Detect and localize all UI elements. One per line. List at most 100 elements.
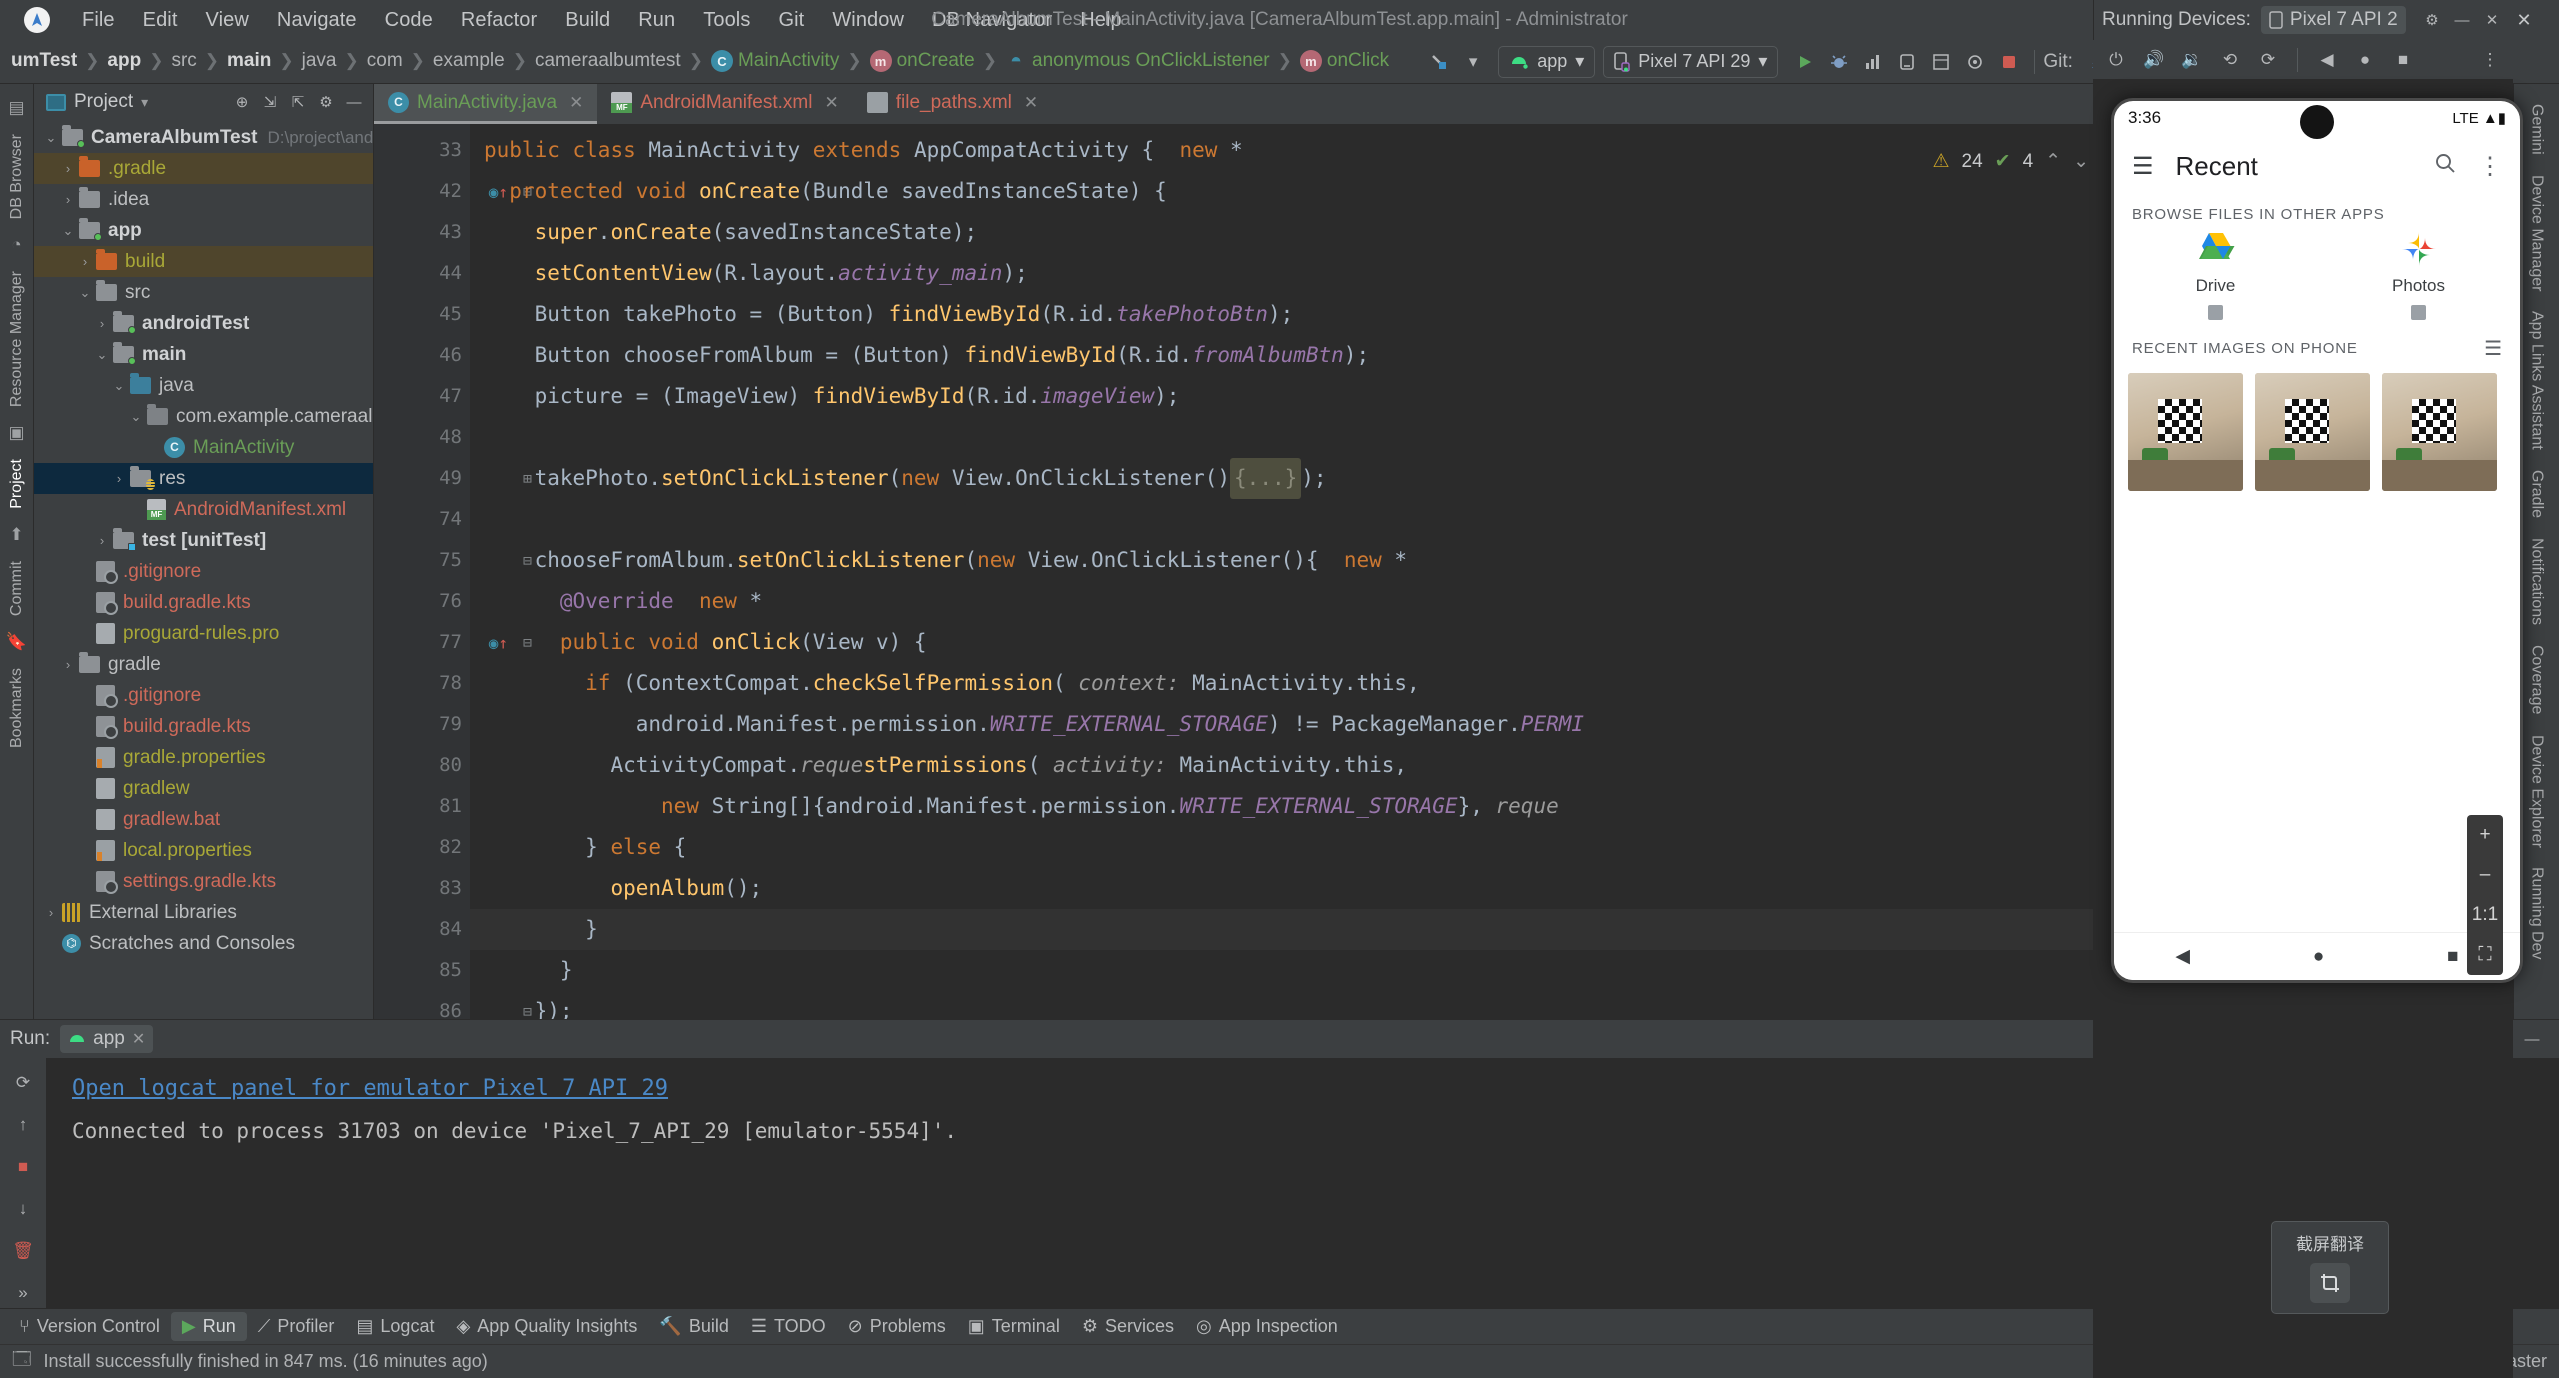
chevron-up-icon[interactable]: ⌃ — [2045, 150, 2061, 173]
chevron-down-icon[interactable]: ⌄ — [91, 347, 113, 363]
chevron-down-icon[interactable]: ⌄ — [2073, 150, 2089, 173]
build-dropdown-icon[interactable]: ▾ — [1456, 45, 1490, 79]
breadcrumb-item-src[interactable]: src — [164, 48, 203, 74]
gutter-line[interactable]: 78 — [374, 663, 470, 704]
minimize-icon[interactable]: — — [2519, 1026, 2545, 1052]
gutter-line[interactable]: 33 — [374, 130, 470, 171]
breadcrumb-item-project[interactable]: umTest — [4, 48, 84, 74]
expand-all-icon[interactable]: ⇲ — [257, 89, 283, 115]
tree-node[interactable]: › androidTest — [34, 308, 373, 339]
overview-icon[interactable]: ■ — [2386, 43, 2420, 77]
tool-terminal[interactable]: ▣ Terminal — [957, 1312, 1071, 1341]
tree-node[interactable]: › res — [34, 463, 373, 494]
more-vert-icon[interactable]: ⋮ — [2478, 152, 2502, 181]
tool-problems[interactable]: ⊘ Problems — [837, 1312, 957, 1341]
chevron-right-icon[interactable]: › — [57, 657, 79, 672]
tab-mainactivity-java[interactable]: C MainActivity.java ✕ — [374, 84, 598, 124]
list-view-icon[interactable]: ☰ — [2484, 336, 2502, 361]
tool-logcat[interactable]: ▤ Logcat — [345, 1312, 445, 1341]
chevron-right-icon[interactable]: › — [108, 471, 130, 486]
zoom-in-button[interactable]: + — [2467, 815, 2503, 855]
menu-navigate[interactable]: Navigate — [263, 6, 371, 35]
gutter-line[interactable]: 86 ⊟ — [374, 991, 532, 1019]
rail-item-resource-manager[interactable]: Resource Manager — [8, 261, 26, 417]
more-icon[interactable]: » — [8, 1278, 38, 1308]
profiler-button[interactable] — [1856, 45, 1890, 79]
tool-services[interactable]: ⚙ Services — [1071, 1312, 1185, 1341]
device-selector[interactable]: Pixel 7 API 29 ▾ — [1603, 45, 1779, 78]
minimize-icon[interactable]: — — [2449, 7, 2475, 33]
close-icon[interactable]: ✕ — [132, 1029, 145, 1049]
tree-node[interactable]: ⌄ main — [34, 339, 373, 370]
screenshot-translate-icon[interactable] — [2310, 1263, 2350, 1303]
gutter-line[interactable]: 82 — [374, 827, 470, 868]
tree-node[interactable]: .gitignore — [34, 680, 373, 711]
tool-version-control[interactable]: ⑂ Version Control — [8, 1312, 171, 1341]
chevron-down-icon[interactable]: ⌄ — [57, 223, 79, 239]
run-configuration-selector[interactable]: app ▾ — [1498, 45, 1596, 78]
power-icon[interactable]: ⏻ — [2099, 43, 2133, 77]
close-icon[interactable]: ✕ — [1024, 93, 1038, 113]
project-tree[interactable]: ⌄ CameraAlbumTest D:\project\android-proje… — [34, 120, 373, 1019]
menu-tools[interactable]: Tools — [689, 6, 764, 35]
tree-node[interactable]: ⌄ app — [34, 215, 373, 246]
chevron-right-icon[interactable]: › — [57, 161, 79, 176]
rail-item-coverage[interactable]: Coverage — [2528, 635, 2546, 724]
tree-node[interactable]: › test [unitTest] — [34, 525, 373, 556]
menu-file[interactable]: File — [68, 6, 129, 35]
chevron-down-icon[interactable]: ⌄ — [74, 285, 96, 301]
menu-run[interactable]: Run — [624, 6, 689, 35]
attach-debugger-button[interactable] — [1958, 45, 1992, 79]
gutter-line[interactable]: 80 — [374, 745, 470, 786]
tree-node[interactable]: ⌬ Scratches and Consoles — [34, 928, 373, 959]
tab-androidmanifest-xml[interactable]: AndroidManifest.xml ✕ — [597, 84, 852, 124]
nav-back-icon[interactable]: ◀ — [2175, 945, 2190, 968]
tree-node[interactable]: › build — [34, 246, 373, 277]
tree-node[interactable]: ⌄ CameraAlbumTest D:\project\android-proje… — [34, 122, 373, 153]
rerun-icon[interactable]: ⟳ — [8, 1068, 38, 1098]
rail-item-gemini[interactable]: Gemini — [2528, 94, 2546, 165]
tree-node[interactable]: AndroidManifest.xml — [34, 494, 373, 525]
home-icon[interactable]: ● — [2348, 43, 2382, 77]
tree-node[interactable]: ⌄ src — [34, 277, 373, 308]
gutter-line[interactable]: 45 — [374, 294, 470, 335]
rail-item-device-explorer[interactable]: Device Explorer — [2528, 725, 2546, 858]
gutter-line[interactable]: 48 — [374, 417, 470, 458]
photo-thumbnail-3[interactable] — [2382, 373, 2497, 491]
run-button[interactable] — [1788, 45, 1822, 79]
photo-thumbnail-1[interactable] — [2128, 373, 2243, 491]
chevron-right-icon[interactable]: › — [91, 316, 113, 331]
tool-app-inspection[interactable]: ◎ App Inspection — [1185, 1312, 1349, 1341]
gutter-line[interactable]: 75 ⊟ — [374, 540, 532, 581]
chevron-down-icon[interactable]: ⌄ — [40, 130, 62, 146]
rail-item-project[interactable]: Project — [8, 449, 26, 519]
layout-inspector-button[interactable] — [1924, 45, 1958, 79]
gutter-line[interactable]: 46 — [374, 335, 470, 376]
menu-window[interactable]: Window — [818, 6, 918, 35]
rail-item-notifications[interactable]: Notifications — [2528, 528, 2546, 635]
editor-gutter[interactable]: 33 42 ◉↑ ⊟ 43 44 45 46 47 48 49 ⊞ 74 75 ⊟ 76 77 ◉↑ ⊟ 78 79 80… — [374, 124, 532, 1019]
gear-icon[interactable]: ⚙ — [2419, 7, 2445, 33]
close-icon[interactable]: ✕ — [824, 93, 838, 113]
gutter-line[interactable]: 43 — [374, 212, 470, 253]
breadcrumb-item-java[interactable]: java — [295, 48, 344, 74]
menu-code[interactable]: Code — [371, 6, 447, 35]
rail-item-commit[interactable]: Commit — [8, 551, 26, 626]
breadcrumb-item-onclick[interactable]: m onClick — [1293, 48, 1396, 74]
tool-build[interactable]: 🔨 Build — [648, 1312, 739, 1341]
nav-overview-icon[interactable]: ■ — [2447, 946, 2458, 968]
tree-node[interactable]: build.gradle.kts — [34, 711, 373, 742]
inspection-widget[interactable]: ⚠ 24 ✔ 4 ⌃ ⌄ — [1932, 150, 2089, 173]
rail-item-db-browser[interactable]: DB Browser — [8, 124, 26, 229]
tree-node[interactable]: C MainActivity — [34, 432, 373, 463]
tool-app-quality-insights[interactable]: ◈ App Quality Insights — [445, 1312, 648, 1341]
hide-panel-icon[interactable]: — — [341, 89, 367, 115]
close-icon[interactable]: ✕ — [569, 93, 583, 113]
tree-node[interactable]: local.properties — [34, 835, 373, 866]
chevron-right-icon[interactable]: › — [91, 533, 113, 548]
breadcrumb-item-example[interactable]: example — [426, 48, 512, 74]
tool-todo[interactable]: ☰ TODO — [740, 1312, 837, 1341]
nav-home-icon[interactable]: ● — [2313, 946, 2324, 968]
tab-file-paths-xml[interactable]: file_paths.xml ✕ — [853, 84, 1052, 124]
back-icon[interactable]: ◀ — [2310, 43, 2344, 77]
